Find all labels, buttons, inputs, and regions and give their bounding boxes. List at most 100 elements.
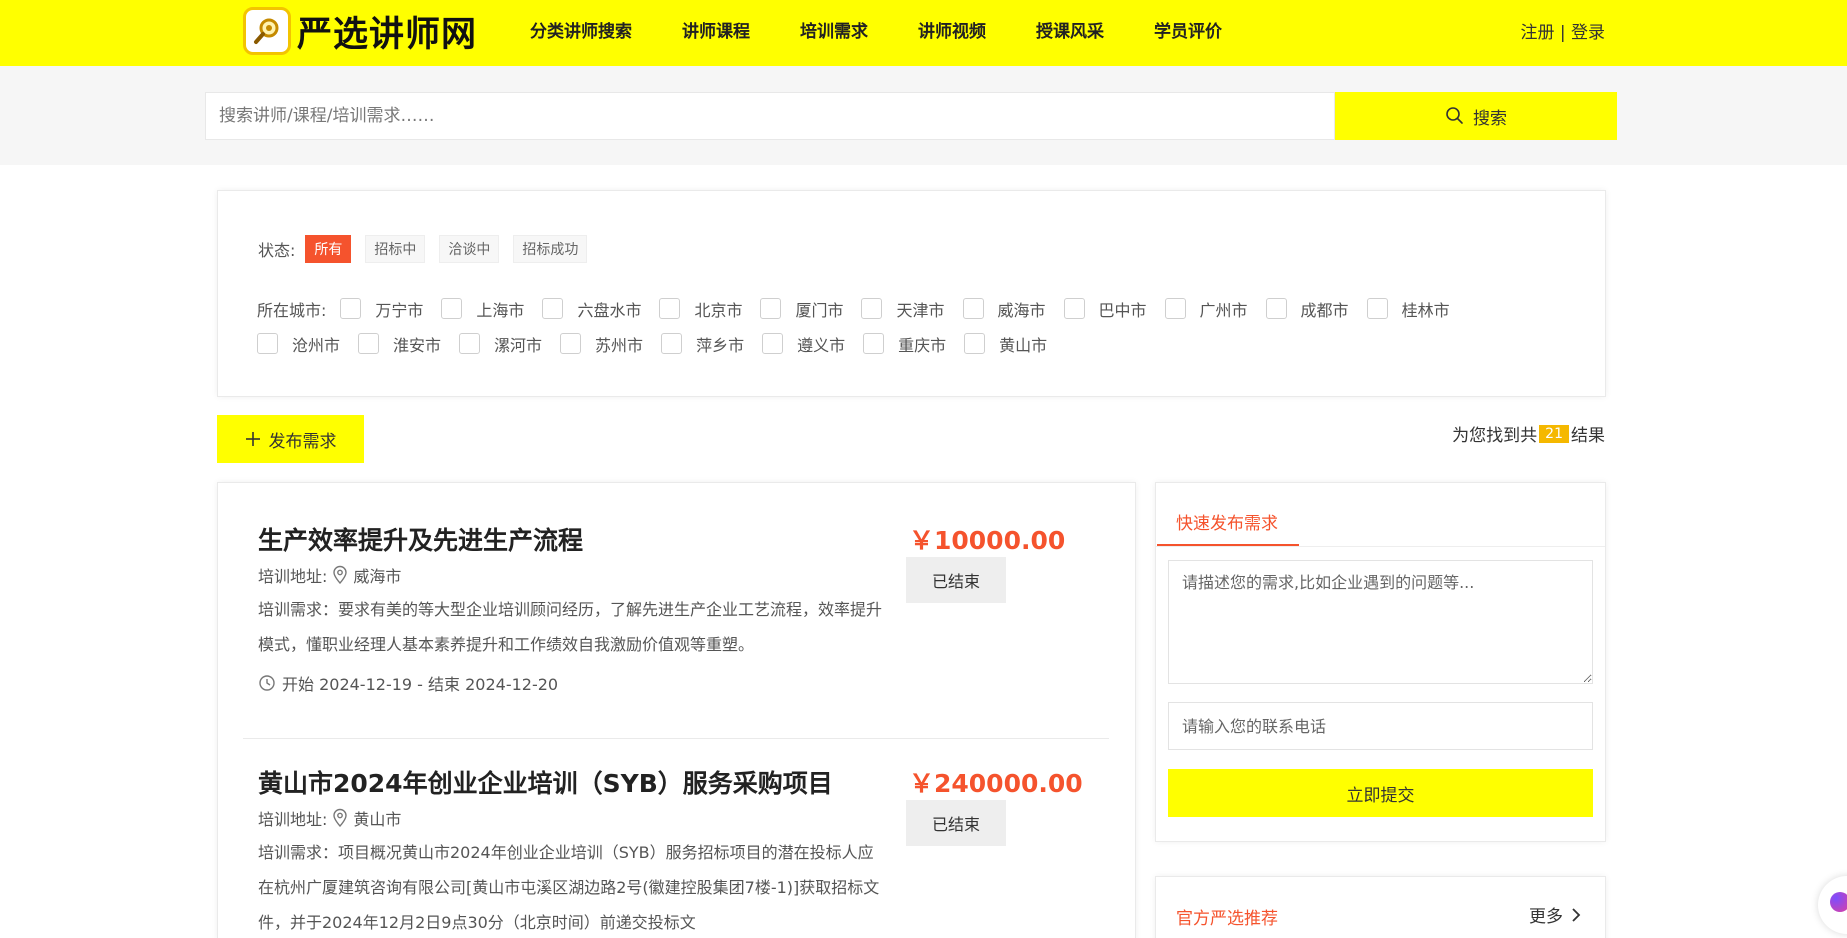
city-checkbox[interactable] <box>661 333 683 354</box>
demand-list: 生产效率提升及先进生产流程 ￥10000.00 已结束 培训地址: 威海市 培训… <box>217 482 1136 938</box>
city-option[interactable]: 黄山市 <box>964 332 1047 356</box>
main-nav: 分类讲师搜索 讲师课程 培训需求 讲师视频 授课风采 学员评价 <box>530 0 1272 58</box>
chevron-right-icon <box>1572 907 1581 922</box>
quick-publish-panel: 快速发布需求 立即提交 <box>1155 482 1606 842</box>
city-option[interactable]: 六盘水市 <box>542 297 641 321</box>
city-option[interactable]: 天津市 <box>861 297 945 321</box>
filter-panel: 状态: 所有 招标中 洽谈中 招标成功 所在城市: 万宁市 上海市 六盘水市 北京市 厦… <box>217 190 1606 397</box>
more-link[interactable]: 更多 <box>1529 902 1583 927</box>
nav-item-training-demand[interactable]: 培训需求 <box>800 17 868 42</box>
city-checkbox[interactable] <box>560 333 582 354</box>
list-item[interactable]: 生产效率提升及先进生产流程 ￥10000.00 已结束 培训地址: 威海市 培训… <box>218 483 1135 738</box>
city-checkbox[interactable] <box>964 333 986 354</box>
city-name: 威海市 <box>997 300 1046 320</box>
city-name: 遵义市 <box>797 335 846 355</box>
city-name: 重庆市 <box>898 335 947 355</box>
city-checkbox[interactable] <box>1063 298 1085 319</box>
city-checkbox[interactable] <box>760 298 782 319</box>
item-title[interactable]: 黄山市2024年创业企业培训（SYB）服务采购项目 <box>258 764 833 800</box>
city-option[interactable]: 沧州市 <box>257 332 340 356</box>
top-header: 严选讲师网 分类讲师搜索 讲师课程 培训需求 讲师视频 授课风采 学员评价 注册… <box>0 0 1847 66</box>
city-name: 北京市 <box>694 300 743 320</box>
nav-item-courses[interactable]: 讲师课程 <box>682 17 750 42</box>
city-option[interactable]: 巴中市 <box>1063 297 1147 321</box>
phone-input[interactable] <box>1168 702 1593 750</box>
city-name: 漯河市 <box>494 335 543 355</box>
search-button-label: 搜索 <box>1473 108 1507 129</box>
city-checkbox[interactable] <box>441 298 463 319</box>
city-checkbox[interactable] <box>1265 298 1287 319</box>
status-option-all[interactable]: 所有 <box>305 235 352 263</box>
city-name: 苏州市 <box>595 335 644 355</box>
city-checkbox[interactable] <box>257 333 278 354</box>
city-name: 淮安市 <box>393 335 442 355</box>
city-option[interactable]: 威海市 <box>962 297 1046 321</box>
item-price: ￥10000.00 <box>909 526 1066 555</box>
plus-icon <box>245 432 260 446</box>
city-checkbox[interactable] <box>863 333 885 354</box>
demand-description-textarea[interactable] <box>1168 560 1593 684</box>
city-checkbox[interactable] <box>542 298 564 319</box>
city-option[interactable]: 北京市 <box>659 297 742 321</box>
city-option[interactable]: 淮安市 <box>358 332 441 356</box>
location-pin-icon <box>333 808 348 828</box>
submit-button[interactable]: 立即提交 <box>1168 769 1593 817</box>
address-label: 培训地址: <box>258 810 328 829</box>
location-pin-icon <box>333 565 348 585</box>
city-name: 黄山市 <box>999 335 1048 355</box>
nav-item-videos[interactable]: 讲师视频 <box>918 17 986 42</box>
search-button[interactable]: 搜索 <box>1335 92 1617 140</box>
auth-links[interactable]: 注册 | 登录 <box>1520 18 1605 43</box>
city-option[interactable]: 遵义市 <box>762 332 845 356</box>
city-name: 厦门市 <box>795 300 844 320</box>
clock-icon <box>259 675 275 691</box>
item-status-button[interactable]: 已结束 <box>906 557 1006 603</box>
date-range: 开始 2024-12-19 - 结束 2024-12-20 <box>282 675 559 694</box>
city-checkbox[interactable] <box>659 298 681 319</box>
city-option[interactable]: 万宁市 <box>340 297 423 321</box>
publish-demand-button[interactable]: 发布需求 <box>217 415 364 463</box>
tab-quick-publish[interactable]: 快速发布需求 <box>1176 509 1278 534</box>
city-checkbox[interactable] <box>1366 298 1388 319</box>
result-suffix: 结果 <box>1571 426 1605 446</box>
city-option[interactable]: 苏州市 <box>560 332 643 356</box>
city-row: 沧州市 淮安市 漯河市 苏州市 萍乡市 遵义市 重庆市 黄山市 <box>257 326 1597 361</box>
magnifier-logo-icon <box>243 7 291 55</box>
nav-item-teaching-style[interactable]: 授课风采 <box>1036 17 1104 42</box>
status-label: 状态: <box>258 241 296 260</box>
city-option[interactable]: 漯河市 <box>459 332 542 356</box>
status-option-won[interactable]: 招标成功 <box>513 235 588 263</box>
city-label: 所在城市: <box>257 300 327 320</box>
item-price: ￥240000.00 <box>909 769 1083 798</box>
status-option-negotiating[interactable]: 洽谈中 <box>439 235 500 263</box>
search-input[interactable] <box>205 92 1335 140</box>
nav-item-reviews[interactable]: 学员评价 <box>1154 17 1222 42</box>
site-logo[interactable]: 严选讲师网 <box>243 5 477 57</box>
city-option[interactable]: 厦门市 <box>760 297 843 321</box>
item-title[interactable]: 生产效率提升及先进生产流程 <box>258 521 583 557</box>
city-checkbox[interactable] <box>861 298 883 319</box>
city-option[interactable]: 桂林市 <box>1366 297 1450 321</box>
city-checkbox[interactable] <box>358 333 380 354</box>
city-name: 上海市 <box>476 300 525 320</box>
search-icon <box>1446 107 1463 124</box>
city-option[interactable]: 广州市 <box>1164 297 1248 321</box>
city-option[interactable]: 成都市 <box>1265 297 1349 321</box>
city-option[interactable]: 上海市 <box>441 297 524 321</box>
address-value: 威海市 <box>353 567 402 586</box>
city-name: 广州市 <box>1199 300 1248 320</box>
city-name: 天津市 <box>896 300 945 320</box>
nav-item-category-search[interactable]: 分类讲师搜索 <box>530 17 632 42</box>
floating-assistant-button[interactable] <box>1818 876 1847 934</box>
city-checkbox[interactable] <box>459 333 481 354</box>
status-option-bidding[interactable]: 招标中 <box>365 235 426 263</box>
list-item[interactable]: 黄山市2024年创业企业培训（SYB）服务采购项目 ￥240000.00 已结束… <box>218 739 1135 938</box>
city-checkbox[interactable] <box>1164 298 1186 319</box>
city-option[interactable]: 萍乡市 <box>661 332 744 356</box>
city-option[interactable]: 重庆市 <box>863 332 946 356</box>
publish-demand-label: 发布需求 <box>268 431 337 452</box>
city-checkbox[interactable] <box>762 333 784 354</box>
city-checkbox[interactable] <box>340 298 362 319</box>
item-status-button[interactable]: 已结束 <box>906 800 1006 846</box>
city-checkbox[interactable] <box>962 298 984 319</box>
